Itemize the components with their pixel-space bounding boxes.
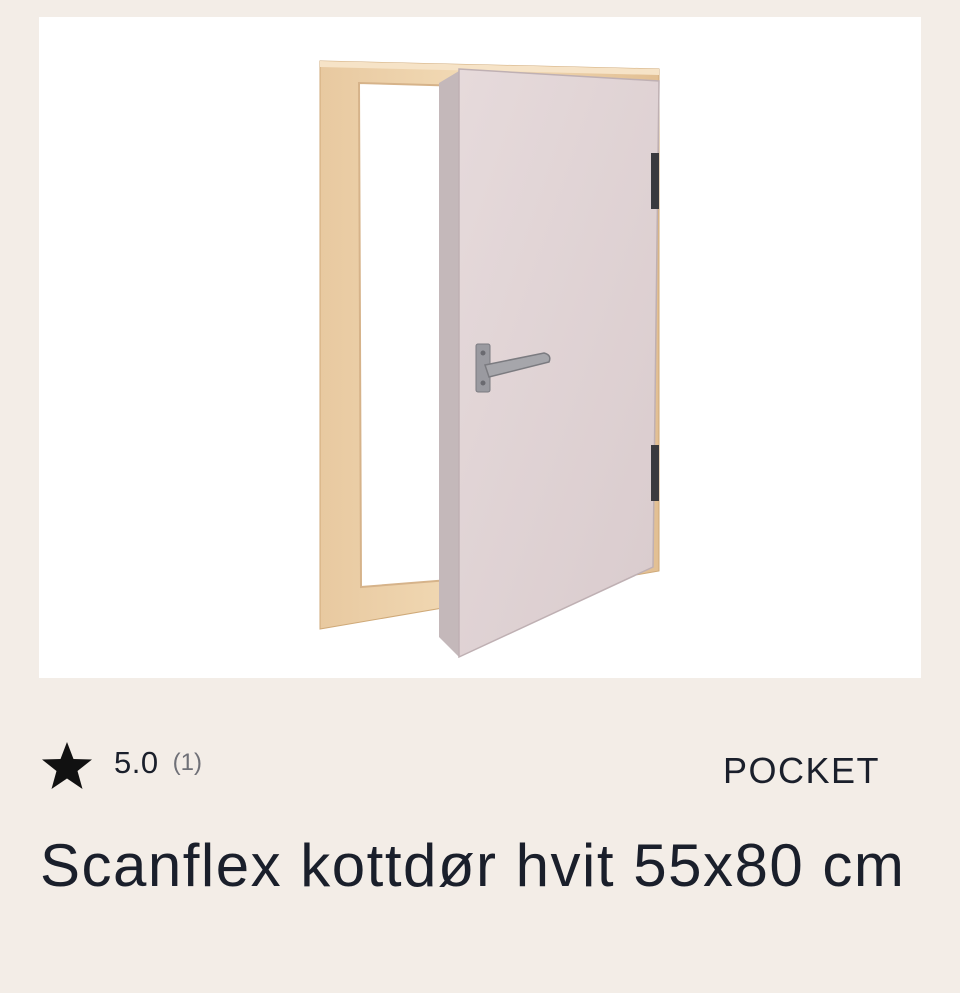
product-title[interactable]: Scanflex kottdør hvit 55x80 cm — [40, 826, 920, 906]
hinge-bottom — [651, 445, 659, 501]
brand-name[interactable]: POCKET — [723, 750, 880, 792]
rating[interactable]: 5.0 (1) — [40, 738, 202, 794]
rating-value: 5.0 — [114, 745, 159, 780]
hinge-top — [651, 153, 659, 209]
door-illustration — [319, 60, 660, 659]
star-icon — [40, 739, 94, 793]
rating-count[interactable]: (1) — [173, 749, 202, 777]
door-edge — [439, 71, 459, 657]
product-image[interactable] — [39, 17, 921, 678]
